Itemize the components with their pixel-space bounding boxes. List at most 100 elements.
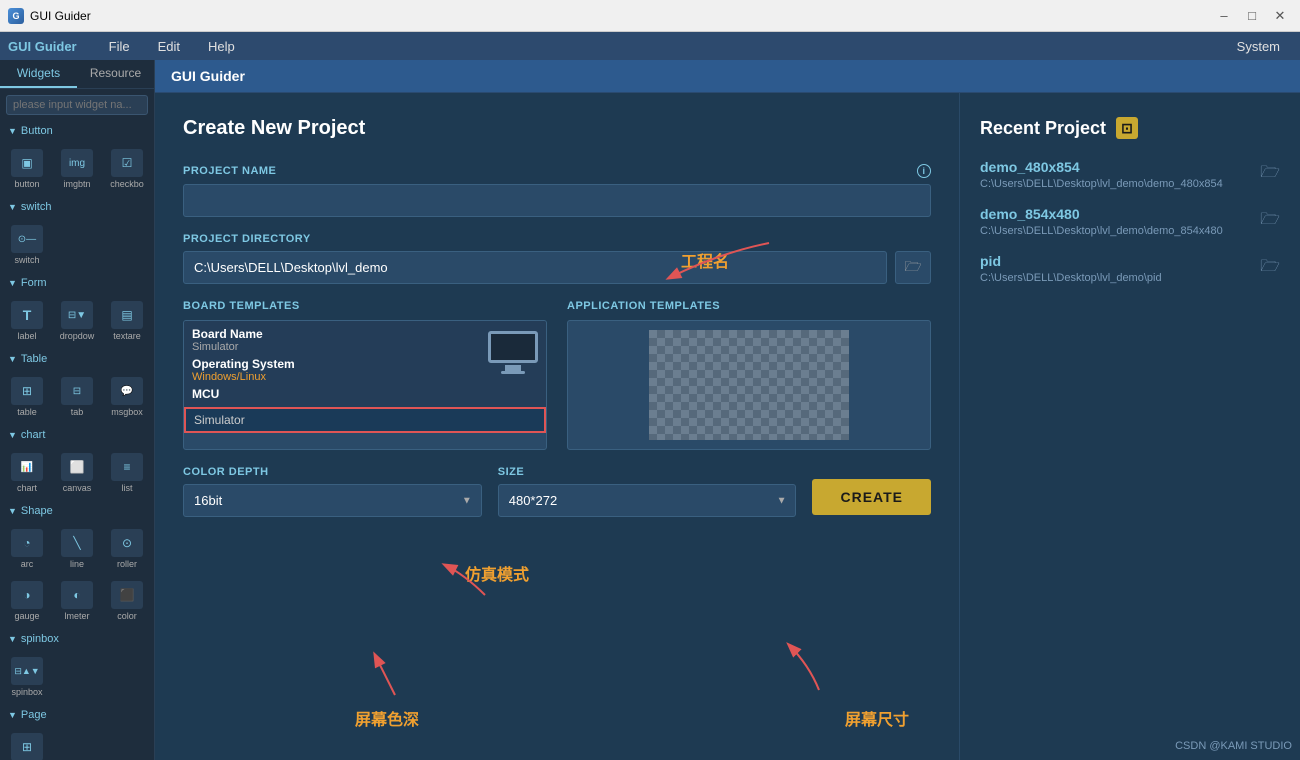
- widget-table[interactable]: ⊞ table: [4, 373, 50, 421]
- widget-grid-button: ▣ button img imgbtn ☑ checkbo: [0, 141, 154, 197]
- widget-tileview[interactable]: ⊞ tileview: [4, 729, 50, 760]
- spinbox-label: spinbox: [11, 687, 42, 697]
- msgbox-icon: 💬: [111, 377, 143, 405]
- maximize-button[interactable]: □: [1240, 6, 1264, 26]
- dropdown-label: dropdow: [60, 331, 95, 341]
- widget-line[interactable]: ╲ line: [54, 525, 100, 573]
- recent-item-0[interactable]: demo_480x854 C:\Users\DELL\Desktop\lvl_d…: [980, 159, 1280, 190]
- simulator-label: Simulator: [194, 413, 245, 427]
- imgbtn-icon: img: [61, 149, 93, 177]
- dir-browse-button[interactable]: 🗁: [895, 251, 931, 284]
- color-depth-label: COLOR DEPTH: [183, 466, 482, 478]
- button-icon: ▣: [11, 149, 43, 177]
- color-depth-select[interactable]: 16bit 32bit 8bit: [183, 484, 482, 517]
- group-header-button[interactable]: Button: [0, 121, 154, 141]
- settings-row: COLOR DEPTH 16bit 32bit 8bit SIZE: [183, 466, 931, 517]
- info-icon[interactable]: i: [917, 164, 931, 178]
- widget-msgbox[interactable]: 💬 msgbox: [104, 373, 150, 421]
- group-header-table[interactable]: Table: [0, 349, 154, 369]
- annotation-color-depth: 屏幕色深: [355, 706, 419, 730]
- app-template-preview: [567, 320, 931, 450]
- color-depth-field: COLOR DEPTH 16bit 32bit 8bit: [183, 466, 482, 517]
- label-icon: T: [11, 301, 43, 329]
- tab-label: tab: [71, 407, 84, 417]
- widget-tab[interactable]: ⊟ tab: [54, 373, 100, 421]
- msgbox-label: msgbox: [111, 407, 143, 417]
- app-templates-title: APPLICATION TEMPLATES: [567, 300, 931, 312]
- project-name-input[interactable]: [183, 184, 931, 217]
- textarea-icon: ▤: [111, 301, 143, 329]
- board-templates-section: BOARD TEMPLATES Board Name Simulator Ope…: [183, 300, 547, 450]
- recent-item-open-2[interactable]: 🗁: [1260, 255, 1280, 282]
- app-icon: G: [8, 8, 24, 24]
- widget-switch[interactable]: ⊙— switch: [4, 221, 50, 269]
- recent-item-name-0: demo_480x854: [980, 159, 1223, 175]
- recent-item-path-0: C:\Users\DELL\Desktop\lvl_demo\demo_480x…: [980, 178, 1223, 190]
- chart-label: chart: [17, 483, 37, 493]
- size-field: SIZE 480*272 800*480 1024*600: [498, 466, 797, 517]
- tab-widgets[interactable]: Widgets: [0, 60, 77, 88]
- widget-chart[interactable]: 📊 chart: [4, 449, 50, 497]
- recent-item-2[interactable]: pid C:\Users\DELL\Desktop\lvl_demo\pid 🗁: [980, 253, 1280, 284]
- group-header-switch[interactable]: switch: [0, 197, 154, 217]
- widget-grid-switch: ⊙— switch: [0, 217, 154, 273]
- search-input[interactable]: [6, 95, 148, 115]
- widget-canvas[interactable]: ⬜ canvas: [54, 449, 100, 497]
- menu-edit[interactable]: Edit: [146, 37, 192, 56]
- widget-checkbox[interactable]: ☑ checkbo: [104, 145, 150, 193]
- group-header-page[interactable]: Page: [0, 705, 154, 725]
- group-header-chart[interactable]: chart: [0, 425, 154, 445]
- checkbox-icon: ☑: [111, 149, 143, 177]
- group-header-spinbox[interactable]: spinbox: [0, 629, 154, 649]
- recent-item-name-2: pid: [980, 253, 1162, 269]
- chart-icon: 📊: [11, 453, 43, 481]
- lmeter-label: lmeter: [64, 611, 89, 621]
- annotation-simulator: 仿真模式: [465, 561, 529, 585]
- table-label: table: [17, 407, 37, 417]
- create-button[interactable]: CREATE: [812, 479, 931, 515]
- content-header: GUI Guider: [155, 60, 1300, 93]
- widget-color[interactable]: ⬛ color: [104, 577, 150, 625]
- widget-textarea[interactable]: ▤ textare: [104, 297, 150, 345]
- menu-app-name: GUI Guider: [8, 39, 77, 54]
- monitor-screen: [488, 331, 538, 363]
- recent-open-icon[interactable]: ⊡: [1116, 117, 1138, 139]
- title-bar: G GUI Guider – □ ✕: [0, 0, 1300, 32]
- line-icon: ╲: [61, 529, 93, 557]
- menu-help[interactable]: Help: [196, 37, 247, 56]
- widget-button[interactable]: ▣ button: [4, 145, 50, 193]
- widget-grid-chart: 📊 chart ⬜ canvas ≡ list: [0, 445, 154, 501]
- project-dir-row: 🗁: [183, 251, 931, 284]
- size-select[interactable]: 480*272 800*480 1024*600: [498, 484, 797, 517]
- widget-arc[interactable]: ◔ arc: [4, 525, 50, 573]
- recent-item-open-1[interactable]: 🗁: [1260, 208, 1280, 235]
- widget-grid-spinbox: ⊟▲▼ spinbox: [0, 649, 154, 705]
- project-dir-input[interactable]: [183, 251, 887, 284]
- widget-gauge[interactable]: ◑ gauge: [4, 577, 50, 625]
- widget-dropdown[interactable]: ⊟▼ dropdow: [54, 297, 100, 345]
- minimize-button[interactable]: –: [1212, 6, 1236, 26]
- checkbox-label: checkbo: [110, 179, 144, 189]
- board-os-text: Operating System: [192, 357, 480, 371]
- arrow-color-depth: [355, 645, 455, 705]
- close-button[interactable]: ✕: [1268, 6, 1292, 26]
- group-header-form[interactable]: Form: [0, 273, 154, 293]
- group-header-shape[interactable]: Shape: [0, 501, 154, 521]
- widget-spinbox[interactable]: ⊟▲▼ spinbox: [4, 653, 50, 701]
- switch-label: switch: [14, 255, 39, 265]
- recent-item-1[interactable]: demo_854x480 C:\Users\DELL\Desktop\lvl_d…: [980, 206, 1280, 237]
- board-template-simulator[interactable]: Simulator: [184, 407, 546, 433]
- canvas-icon: ⬜: [61, 453, 93, 481]
- widget-roller[interactable]: ⊙ roller: [104, 525, 150, 573]
- widget-imgbtn[interactable]: img imgbtn: [54, 145, 100, 193]
- line-label: line: [70, 559, 84, 569]
- menu-file[interactable]: File: [97, 37, 142, 56]
- widget-lmeter[interactable]: ◐ lmeter: [54, 577, 100, 625]
- recent-item-open-0[interactable]: 🗁: [1260, 161, 1280, 188]
- lmeter-icon: ◐: [61, 581, 93, 609]
- gauge-icon: ◑: [11, 581, 43, 609]
- tab-resource[interactable]: Resource: [77, 60, 154, 88]
- widget-list[interactable]: ≡ list: [104, 449, 150, 497]
- system-button[interactable]: System: [1225, 37, 1292, 56]
- widget-label[interactable]: T label: [4, 297, 50, 345]
